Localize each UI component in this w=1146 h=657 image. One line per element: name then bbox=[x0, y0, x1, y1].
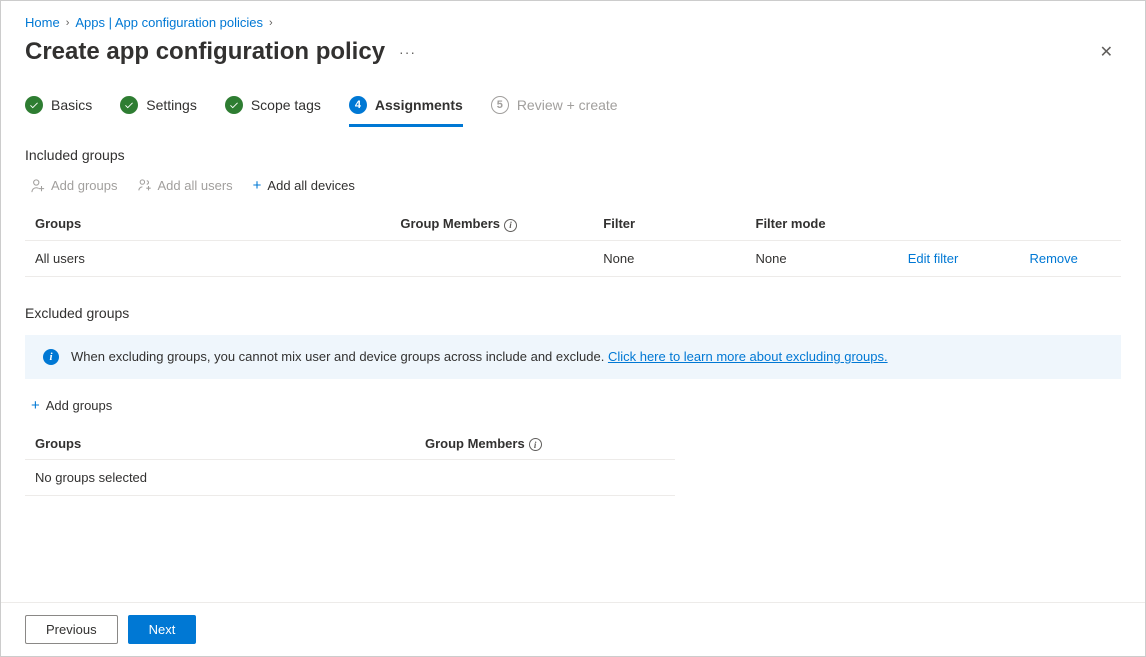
breadcrumb: Home › Apps | App configuration policies… bbox=[25, 15, 1121, 30]
column-header-groups: Groups bbox=[25, 208, 390, 240]
step-number-icon: 4 bbox=[349, 96, 367, 114]
previous-button[interactable]: Previous bbox=[25, 615, 118, 644]
person-add-icon bbox=[31, 179, 45, 193]
table-row: All users None None Edit filter Remove bbox=[25, 240, 1121, 276]
edit-filter-link[interactable]: Edit filter bbox=[908, 251, 959, 266]
footer: Previous Next bbox=[1, 602, 1145, 656]
more-actions-icon[interactable]: ··· bbox=[399, 44, 416, 60]
chevron-right-icon: › bbox=[269, 17, 273, 29]
tab-settings[interactable]: Settings bbox=[120, 96, 197, 127]
action-label: Add groups bbox=[51, 178, 118, 193]
tab-basics[interactable]: Basics bbox=[25, 96, 92, 127]
check-icon bbox=[25, 96, 43, 114]
excluded-groups-heading: Excluded groups bbox=[25, 305, 1121, 321]
cell-filter: None bbox=[593, 240, 745, 276]
tab-review-create: 5 Review + create bbox=[491, 96, 618, 127]
wizard-tabs: Basics Settings Scope tags 4 Assignments… bbox=[25, 96, 1121, 127]
chevron-right-icon: › bbox=[66, 17, 70, 29]
learn-more-link[interactable]: Click here to learn more about excluding… bbox=[608, 349, 888, 364]
empty-message: No groups selected bbox=[25, 460, 675, 496]
cell-filter-mode: None bbox=[746, 240, 898, 276]
check-icon bbox=[225, 96, 243, 114]
add-groups-button: Add groups bbox=[31, 177, 118, 194]
add-all-users-button: Add all users bbox=[138, 177, 233, 194]
included-groups-table: Groups Group Membersi Filter Filter mode… bbox=[25, 208, 1121, 277]
info-icon[interactable]: i bbox=[529, 438, 542, 451]
remove-link[interactable]: Remove bbox=[1029, 251, 1077, 266]
tab-label: Review + create bbox=[517, 97, 618, 113]
tab-label: Settings bbox=[146, 97, 197, 113]
table-row-empty: No groups selected bbox=[25, 460, 675, 496]
check-icon bbox=[120, 96, 138, 114]
banner-text: When excluding groups, you cannot mix us… bbox=[71, 349, 888, 364]
cell-members bbox=[390, 240, 593, 276]
action-label: Add groups bbox=[46, 398, 113, 413]
excluded-groups-table: Groups Group Membersi No groups selected bbox=[25, 428, 675, 497]
tab-assignments[interactable]: 4 Assignments bbox=[349, 96, 463, 127]
column-header-members: Group Membersi bbox=[390, 208, 593, 240]
add-all-devices-button[interactable]: + Add all devices bbox=[253, 177, 355, 194]
included-groups-heading: Included groups bbox=[25, 147, 1121, 163]
column-header-members: Group Membersi bbox=[415, 428, 675, 460]
column-header-groups: Groups bbox=[25, 428, 415, 460]
action-label: Add all users bbox=[158, 178, 233, 193]
close-icon[interactable]: ✕ bbox=[1092, 38, 1121, 66]
plus-icon: + bbox=[31, 397, 40, 414]
tab-scope-tags[interactable]: Scope tags bbox=[225, 96, 321, 127]
add-excluded-groups-button[interactable]: + Add groups bbox=[31, 397, 112, 414]
column-header-filter-mode: Filter mode bbox=[746, 208, 898, 240]
next-button[interactable]: Next bbox=[128, 615, 197, 644]
breadcrumb-apps[interactable]: Apps | App configuration policies bbox=[75, 15, 263, 30]
column-header-filter: Filter bbox=[593, 208, 745, 240]
cell-group-name: All users bbox=[25, 240, 390, 276]
tab-label: Assignments bbox=[375, 97, 463, 113]
page-title: Create app configuration policy bbox=[25, 38, 385, 66]
info-icon: i bbox=[43, 349, 59, 365]
tab-label: Basics bbox=[51, 97, 92, 113]
info-banner: i When excluding groups, you cannot mix … bbox=[25, 335, 1121, 379]
info-icon[interactable]: i bbox=[504, 219, 517, 232]
tab-label: Scope tags bbox=[251, 97, 321, 113]
plus-icon: + bbox=[253, 177, 262, 194]
step-number-icon: 5 bbox=[491, 96, 509, 114]
people-add-icon bbox=[138, 179, 152, 193]
breadcrumb-home[interactable]: Home bbox=[25, 15, 60, 30]
action-label: Add all devices bbox=[267, 178, 354, 193]
